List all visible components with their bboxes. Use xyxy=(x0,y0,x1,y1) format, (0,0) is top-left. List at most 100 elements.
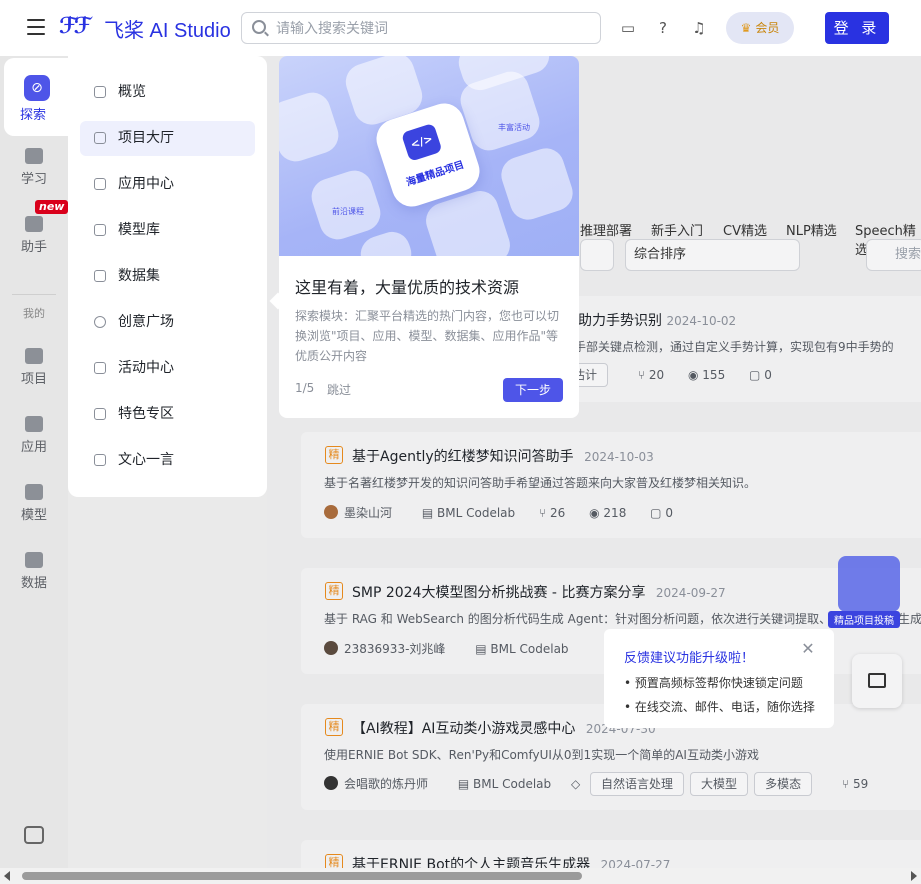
codelab-icon: ▤ xyxy=(475,642,487,656)
card-author[interactable]: 墨染山河 xyxy=(344,506,392,520)
submenu-item-model-library[interactable]: 模型库 xyxy=(80,213,255,248)
tile-label: 海量精品项目 xyxy=(405,159,466,189)
avatar[interactable] xyxy=(324,641,338,655)
submenu-label: 项目大厅 xyxy=(118,130,174,146)
featured-tag: 精 xyxy=(325,446,343,464)
card-platform: BML Codelab xyxy=(473,777,552,791)
rail-label: 项目 xyxy=(20,372,47,387)
scrollbar-thumb[interactable] xyxy=(22,872,582,880)
project-submission-promo[interactable]: 精品项目投稿 xyxy=(822,548,921,630)
card-desc: 基于名著红楼梦开发的知识问答助手希望通过答题来向大家普及红楼梦相关知识。 xyxy=(324,476,757,490)
eye-icon: ◉ xyxy=(687,368,699,382)
close-icon[interactable]: ✕ xyxy=(800,641,816,657)
vip-label: 会员 xyxy=(755,21,780,35)
global-search[interactable] xyxy=(241,12,601,44)
tab-beginner[interactable]: 新手入门 xyxy=(651,220,703,239)
submenu-label: 数据集 xyxy=(118,268,160,284)
fork-count: 20 xyxy=(648,368,665,382)
avatar[interactable] xyxy=(324,776,338,790)
menu-icon[interactable] xyxy=(27,19,45,35)
submenu-item-ernie-bot[interactable]: 文心一言 xyxy=(80,443,255,478)
horizontal-scrollbar[interactable] xyxy=(0,868,921,884)
card-chip[interactable]: 自然语言处理 xyxy=(590,772,685,796)
scroll-right-icon[interactable] xyxy=(911,871,917,881)
card-chip[interactable]: 大模型 xyxy=(690,772,749,796)
rail-item-data[interactable]: 数据 xyxy=(0,552,68,591)
top-header: ℱℱ 飞桨 AI Studio ▭ ? ♫ ♛会员 登 录 xyxy=(0,0,921,56)
codelab-icon: ▤ xyxy=(457,777,470,791)
rail-label: 模型 xyxy=(20,508,47,523)
submenu-item-overview[interactable]: 概览 xyxy=(80,75,255,110)
view-count: 218 xyxy=(603,506,627,520)
list-search-input[interactable]: 搜索 xyxy=(866,239,921,271)
flag-icon xyxy=(94,362,106,374)
fork-icon: ⑂ xyxy=(841,777,850,791)
explore-submenu: 概览 项目大厅 应用中心 模型库 数据集 创意广场 活动中心 特色专区 文心一言 xyxy=(68,56,267,497)
submenu-item-creative-square[interactable]: 创意广场 xyxy=(80,305,255,340)
sort-select[interactable]: 综合排序 xyxy=(625,239,800,271)
comment-icon: ▢ xyxy=(749,368,761,382)
comment-count: 0 xyxy=(665,506,673,520)
card-chip[interactable]: 多模态 xyxy=(754,772,813,796)
feedback-icon xyxy=(868,673,886,688)
tour-step-indicator: 1/5 xyxy=(295,381,315,395)
rail-item-models[interactable]: 模型 xyxy=(0,484,68,523)
message-icon[interactable] xyxy=(24,826,44,844)
feedback-button[interactable] xyxy=(852,654,902,708)
brand-name[interactable]: 飞桨 AI Studio xyxy=(104,14,231,43)
fork-count: 59 xyxy=(852,777,869,791)
card-title[interactable]: SMP 2024大模型图分析挑战赛 - 比赛方案分享 xyxy=(352,585,645,601)
tab-nlp[interactable]: NLP精选 xyxy=(786,220,837,239)
monitor-icon[interactable]: ▭ xyxy=(618,18,638,38)
submenu-item-datasets[interactable]: 数据集 xyxy=(80,259,255,294)
card-title[interactable]: 基于Agently的红楼梦知识问答助手 xyxy=(352,449,574,465)
shield-icon xyxy=(94,408,106,420)
rail-item-learn[interactable]: 学习 xyxy=(0,148,68,187)
new-badge: new xyxy=(35,200,69,214)
folder-code-icon xyxy=(94,132,106,144)
avatar[interactable] xyxy=(324,505,338,519)
card-date: 2024-10-02 xyxy=(666,314,737,328)
rail-item-apps[interactable]: 应用 xyxy=(0,416,68,455)
project-card[interactable]: 精 基于Agently的红楼梦知识问答助手 2024-10-03 基于名著红楼梦… xyxy=(301,432,921,538)
paddle-logo-icon[interactable]: ℱℱ xyxy=(59,14,92,39)
bell-icon[interactable]: ♫ xyxy=(689,18,709,38)
shield-tile-icon xyxy=(279,87,344,167)
rail-item-explore[interactable]: ⊘ 探索 xyxy=(4,58,68,136)
card-title[interactable]: 【AI教程】AI互动类小游戏灵感中心 xyxy=(352,721,575,737)
filter-select[interactable] xyxy=(580,239,614,271)
help-icon[interactable]: ? xyxy=(653,18,673,38)
search-input[interactable] xyxy=(276,19,576,39)
login-button[interactable]: 登 录 xyxy=(825,12,889,44)
eye-icon: ◉ xyxy=(589,506,600,520)
submenu-item-featured-zone[interactable]: 特色专区 xyxy=(80,397,255,432)
mine-section-label: 我的 xyxy=(23,307,45,320)
hexagon-icon xyxy=(94,454,106,466)
feedback-item: • 预置高频标签帮你快速锁定问题 xyxy=(624,676,803,690)
submenu-label: 应用中心 xyxy=(118,176,174,192)
card-desc: 基于 RAG 和 WebSearch 的图分析代码生成 Agent：针对图分析问… xyxy=(324,612,848,626)
scroll-left-icon[interactable] xyxy=(4,871,10,881)
skip-button[interactable]: 跳过 xyxy=(327,381,351,398)
code-folder-icon: </> xyxy=(400,122,443,162)
submenu-item-project-hall[interactable]: 项目大厅 xyxy=(80,121,255,156)
tab-inference[interactable]: 推理部署 xyxy=(580,220,632,239)
apps-icon xyxy=(94,178,106,190)
rail-item-assistant[interactable]: 助手 xyxy=(0,216,68,255)
submenu-item-activity-center[interactable]: 活动中心 xyxy=(80,351,255,386)
blank-tile xyxy=(356,227,416,281)
card-author[interactable]: 会唱歌的炼丹师 xyxy=(344,777,428,791)
tab-cv[interactable]: CV精选 xyxy=(723,220,767,239)
card-desc: 进行手部关键点检测，通过自定义手势计算，实现包有9中手势的 xyxy=(550,340,894,354)
vip-button[interactable]: ♛ 会员 xyxy=(726,12,794,44)
grid-icon xyxy=(25,416,43,432)
promo-label: 精品项目投稿 xyxy=(828,611,900,628)
rail-item-projects[interactable]: 项目 xyxy=(0,348,68,387)
lightbulb-icon xyxy=(94,316,106,328)
tile-label: 前沿课程 xyxy=(332,207,364,216)
card-author[interactable]: 23836933-刘兆峰 xyxy=(344,642,445,656)
rail-label: 学习 xyxy=(20,172,47,187)
next-step-button[interactable]: 下一步 xyxy=(503,378,563,402)
feedback-title: 反馈建议功能升级啦！ xyxy=(624,651,755,666)
submenu-item-app-center[interactable]: 应用中心 xyxy=(80,167,255,202)
